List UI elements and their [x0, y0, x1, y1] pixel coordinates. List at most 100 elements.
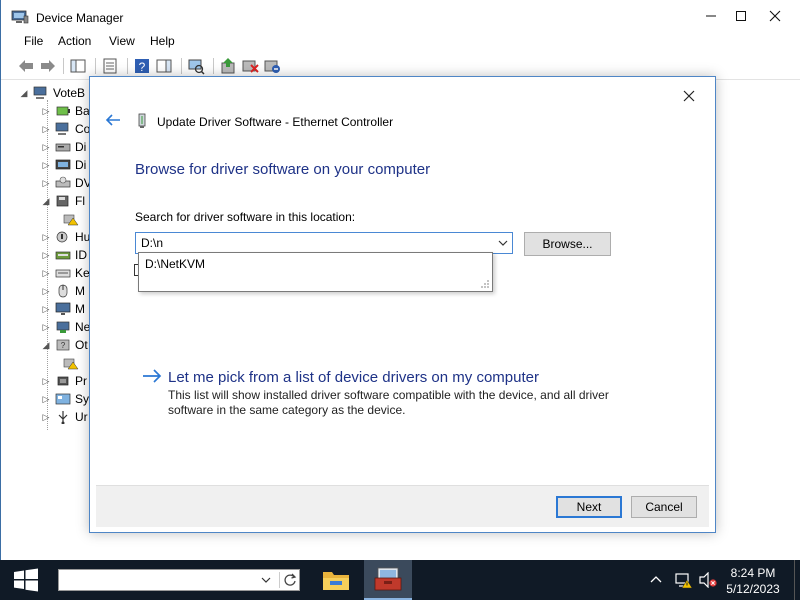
tree-item[interactable]: ▷ M — [41, 300, 85, 318]
close-window-button[interactable] — [759, 0, 791, 32]
tree-item[interactable]: ▷ Di — [41, 156, 87, 174]
tree-item[interactable]: ▷ Sy — [41, 390, 89, 408]
processor-icon — [57, 376, 69, 386]
disk-drive-icon — [55, 143, 71, 152]
toolbar-separator — [213, 58, 214, 74]
tree-item[interactable]: ▷ Di — [41, 138, 87, 156]
tree-item[interactable]: ◢ Fl — [41, 192, 85, 210]
disable-device-icon[interactable] — [241, 57, 259, 75]
clock-time[interactable]: 8:24 PM — [728, 566, 778, 580]
properties-icon[interactable] — [101, 57, 119, 75]
chevron-right-icon[interactable]: ▷ — [41, 106, 51, 117]
tree-item-label: Ba — [75, 104, 90, 118]
back-arrow-icon[interactable] — [104, 111, 122, 129]
minimize-button[interactable] — [695, 0, 727, 32]
tree-item[interactable]: ▷ M — [41, 282, 85, 300]
menu-file[interactable]: File — [24, 34, 43, 48]
minimize-icon — [706, 15, 716, 17]
menu-help[interactable]: Help — [150, 34, 175, 48]
chevron-down-icon[interactable]: ◢ — [41, 340, 51, 351]
tree-root[interactable]: ◢ VoteB — [19, 84, 86, 102]
driver-path-input[interactable] — [137, 234, 487, 252]
tree-item[interactable]: ▷ Co — [41, 120, 91, 138]
tree-item[interactable]: ◢? Ot — [41, 336, 88, 354]
tree-item[interactable]: ▷ Ba — [41, 102, 90, 120]
menu-action[interactable]: Action — [58, 34, 91, 48]
computer-icon — [33, 86, 47, 99]
tree-item[interactable]: ▷ Ne — [41, 318, 91, 336]
chevron-right-icon[interactable]: ▷ — [41, 394, 51, 405]
cancel-button[interactable]: Cancel — [631, 496, 697, 518]
uninstall-device-icon[interactable] — [263, 57, 281, 75]
chevron-down-icon[interactable]: ◢ — [19, 88, 29, 99]
chevron-right-icon[interactable]: ▷ — [41, 304, 51, 315]
chevron-right-icon[interactable]: ▷ — [41, 322, 51, 333]
forward-arrow-icon[interactable] — [39, 57, 57, 75]
taskbar-search-box[interactable] — [58, 569, 300, 591]
battery-icon — [56, 106, 70, 116]
tree-item[interactable] — [59, 354, 83, 372]
back-arrow-icon[interactable] — [17, 57, 35, 75]
tree-item[interactable]: ▷ DV — [41, 174, 92, 192]
chevron-down-icon[interactable]: ◢ — [41, 196, 51, 207]
clock-date[interactable]: 5/12/2023 — [722, 582, 784, 596]
tree-item-label: Ur — [75, 410, 88, 424]
chevron-right-icon[interactable]: ▷ — [41, 142, 51, 153]
folder-icon — [323, 572, 349, 590]
chevron-up-icon[interactable] — [648, 572, 664, 588]
maximize-button[interactable] — [725, 0, 757, 32]
search-separator — [279, 572, 280, 588]
next-button[interactable]: Next — [556, 496, 622, 518]
autocomplete-item[interactable]: D:\NetKVM — [145, 257, 205, 271]
update-driver-dialog: Update Driver Software - Ethernet Contro… — [89, 76, 716, 533]
update-driver-icon[interactable] — [219, 57, 237, 75]
tree-item-label: ID — [75, 248, 87, 262]
chevron-right-icon[interactable]: ▷ — [41, 268, 51, 279]
tree-item[interactable]: ▷ Hu — [41, 228, 91, 246]
dialog-close-button[interactable] — [676, 85, 702, 107]
chevron-down-icon[interactable] — [496, 236, 510, 250]
chevron-right-icon[interactable]: ▷ — [41, 160, 51, 171]
tree-item[interactable]: ▷ Ur — [41, 408, 88, 426]
tree-item[interactable]: ▷ Ke — [41, 264, 90, 282]
scan-hardware-icon[interactable] — [187, 57, 205, 75]
chevron-right-icon[interactable]: ▷ — [41, 232, 51, 243]
warning-device-icon — [63, 358, 79, 370]
tree-item[interactable] — [59, 210, 83, 228]
taskbar-file-explorer[interactable] — [316, 560, 356, 600]
display-adapter-icon — [55, 159, 71, 170]
chevron-right-icon[interactable]: ▷ — [41, 124, 51, 135]
pick-from-list-link[interactable]: Let me pick from a list of device driver… — [168, 369, 539, 386]
autocomplete-dropdown: D:\NetKVM — [138, 252, 493, 292]
toolbox-icon — [374, 567, 402, 591]
tree-item-label: Ke — [75, 266, 90, 280]
show-desktop-button[interactable] — [794, 560, 800, 600]
driver-path-combobox[interactable] — [135, 232, 513, 254]
refresh-icon[interactable] — [283, 572, 297, 588]
menu-view[interactable]: View — [109, 34, 135, 48]
network-warning-icon[interactable] — [675, 571, 693, 589]
help-icon[interactable]: ? — [133, 57, 151, 75]
hid-icon — [56, 231, 68, 243]
volume-muted-icon[interactable] — [699, 572, 717, 588]
chevron-right-icon[interactable]: ▷ — [41, 286, 51, 297]
chevron-right-icon[interactable]: ▷ — [41, 376, 51, 387]
tree-view-icon[interactable] — [69, 57, 87, 75]
chevron-right-icon[interactable]: ▷ — [41, 250, 51, 261]
taskbar-device-manager[interactable] — [364, 560, 412, 600]
tree-item[interactable]: ▷ Pr — [41, 372, 87, 390]
tree-item-label: Sy — [75, 392, 90, 406]
mouse-icon — [58, 284, 68, 298]
start-button[interactable] — [0, 560, 52, 600]
toolbar-separator — [63, 58, 64, 74]
toolbar-separator — [95, 58, 96, 74]
action-pane-icon[interactable] — [155, 57, 173, 75]
network-adapter-icon — [138, 113, 146, 128]
menu-bar: File Action View Help — [1, 32, 800, 50]
tree-item[interactable]: ▷ ID — [41, 246, 87, 264]
chevron-right-icon[interactable]: ▷ — [41, 178, 51, 189]
resize-grip-icon[interactable] — [480, 279, 490, 289]
chevron-right-icon[interactable]: ▷ — [41, 412, 51, 423]
chevron-down-icon[interactable] — [259, 573, 273, 587]
browse-button[interactable]: Browse... — [524, 232, 611, 256]
